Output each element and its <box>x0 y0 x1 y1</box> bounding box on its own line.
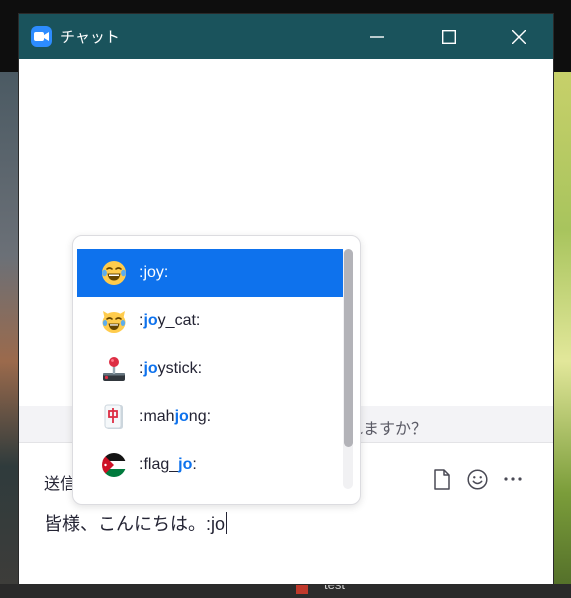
emoji-suggestion-popup: :joy: :joy_cat::joystick::mahjong::fl… <box>72 235 361 505</box>
emoji-icon[interactable] <box>466 468 488 490</box>
suggestion-item-joystick[interactable]: :joystick: <box>77 345 343 393</box>
message-text: 皆様、こんにちは。:jo <box>44 514 226 534</box>
suggestion-label: :mahjong: <box>139 408 212 425</box>
suggestion-item-joy[interactable]: :joy: <box>77 249 343 297</box>
popup-scrollbar-thumb[interactable] <box>344 249 353 447</box>
suggestion-label: :joy: <box>139 264 169 281</box>
more-icon[interactable] <box>502 468 524 490</box>
joy-cat-emoji-icon <box>102 311 126 333</box>
close-button[interactable] <box>491 14 547 59</box>
desktop-wallpaper-right <box>553 72 571 598</box>
mahjong-emoji-icon <box>104 404 123 429</box>
desktop-wallpaper-left <box>0 72 19 598</box>
title-bar[interactable]: チャット <box>19 14 553 59</box>
suggestion-item-flag-jo[interactable]: :flag_jo: <box>77 441 343 489</box>
minimize-button[interactable] <box>349 14 405 59</box>
message-input[interactable]: 皆様、こんにちは。:jo <box>44 510 228 536</box>
jordan-flag-emoji-icon <box>102 453 126 477</box>
suggestion-label: :joystick: <box>139 360 203 377</box>
joystick-emoji-icon <box>103 357 125 381</box>
zoom-video-icon <box>31 26 52 47</box>
window-title: チャット <box>60 29 120 46</box>
suggestion-item-mahjong[interactable]: :mahjong: <box>77 393 343 441</box>
file-icon[interactable] <box>431 468 453 490</box>
emoji-suggestion-list: :joy: :joy_cat::joystick::mahjong::fl… <box>77 249 343 489</box>
taskbar <box>0 584 571 598</box>
suggestion-label: :flag_jo: <box>139 456 197 473</box>
maximize-button[interactable] <box>421 14 477 59</box>
suggestion-label: :joy_cat: <box>139 312 201 329</box>
joy-emoji-icon <box>102 261 126 285</box>
suggestion-item-joy-cat[interactable]: :joy_cat: <box>77 297 343 345</box>
text-caret <box>226 512 228 534</box>
